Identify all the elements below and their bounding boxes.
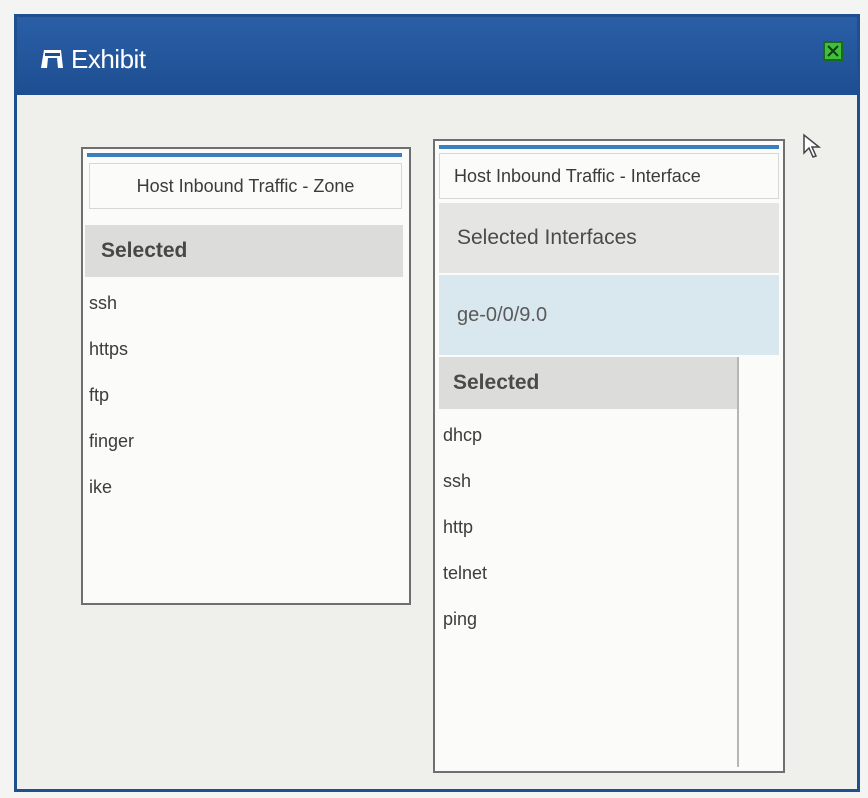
zone-panel-header: Host Inbound Traffic - Zone bbox=[89, 163, 402, 209]
selected-interfaces-header: Selected Interfaces bbox=[439, 203, 779, 273]
interface-panel-accent bbox=[439, 145, 779, 149]
exhibit-window: Exhibit Host Inbound Traffic - Zone Sele… bbox=[14, 14, 860, 792]
close-icon bbox=[827, 45, 839, 57]
list-item[interactable]: https bbox=[89, 339, 134, 385]
zone-selected-header: Selected bbox=[85, 225, 403, 277]
exhibit-content: Host Inbound Traffic - Zone Selected ssh… bbox=[21, 99, 853, 785]
interface-selected-header: Selected bbox=[439, 357, 737, 409]
list-item[interactable]: dhcp bbox=[443, 425, 487, 471]
interface-services-panel: Selected dhcp ssh http telnet ping bbox=[439, 357, 739, 767]
list-item[interactable]: ssh bbox=[89, 293, 134, 339]
list-item[interactable]: telnet bbox=[443, 563, 487, 609]
list-item[interactable]: ping bbox=[443, 609, 487, 655]
selected-interface-item[interactable]: ge-0/0/9.0 bbox=[439, 275, 779, 355]
interface-panel: Host Inbound Traffic - Interface Selecte… bbox=[433, 139, 785, 773]
zone-panel-accent bbox=[87, 153, 402, 157]
close-button[interactable] bbox=[823, 41, 843, 61]
list-item[interactable]: ftp bbox=[89, 385, 134, 431]
cursor-icon bbox=[803, 133, 822, 158]
title-bar: Exhibit bbox=[17, 17, 857, 95]
list-item[interactable]: http bbox=[443, 517, 487, 563]
zone-panel: Host Inbound Traffic - Zone Selected ssh… bbox=[81, 147, 411, 605]
list-item[interactable]: finger bbox=[89, 431, 134, 477]
exhibit-icon bbox=[41, 50, 63, 68]
interface-panel-header: Host Inbound Traffic - Interface bbox=[439, 153, 779, 199]
window-title: Exhibit bbox=[71, 44, 146, 74]
list-item[interactable]: ike bbox=[89, 477, 134, 523]
zone-selected-list: ssh https ftp finger ike bbox=[89, 293, 134, 523]
interface-selected-list: dhcp ssh http telnet ping bbox=[443, 425, 487, 655]
list-item[interactable]: ssh bbox=[443, 471, 487, 517]
